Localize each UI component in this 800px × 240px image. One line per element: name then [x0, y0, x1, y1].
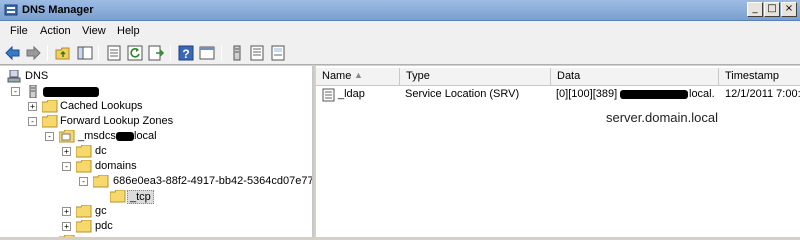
- tree-item-server[interactable]: -: [0, 84, 300, 100]
- cell-data-prefix: [0][100][389]: [556, 88, 618, 100]
- tree-item-msdcs-zone[interactable]: - _msdcs. local: [0, 129, 300, 145]
- column-header-type[interactable]: Type: [400, 68, 551, 86]
- redaction-mark: [116, 132, 134, 141]
- details-view-icon[interactable]: [198, 44, 216, 62]
- console-tree[interactable]: DNS - + Cached Lookups - Forward Lookup …: [0, 66, 314, 237]
- menu-help[interactable]: Help: [117, 25, 140, 37]
- toolbar: ?: [0, 41, 800, 65]
- toolbar-separator: [170, 45, 171, 61]
- record-list-icon[interactable]: [248, 44, 266, 62]
- title-bar: DNS Manager _ □ ×: [0, 0, 800, 21]
- column-header-label: Name: [322, 70, 352, 82]
- toolbar-separator: [47, 45, 48, 61]
- tree-item-forward-lookup-zones[interactable]: - Forward Lookup Zones: [0, 114, 300, 130]
- forward-arrow-icon[interactable]: [24, 44, 42, 62]
- collapse-icon[interactable]: -: [79, 177, 88, 186]
- collapse-icon[interactable]: -: [11, 87, 20, 96]
- menu-action[interactable]: Action: [40, 25, 71, 37]
- expand-icon[interactable]: +: [62, 222, 71, 231]
- toolbar-separator: [221, 45, 222, 61]
- tree-item-label: domains: [95, 160, 137, 172]
- record-detail-icon[interactable]: [269, 44, 287, 62]
- help-icon[interactable]: ?: [177, 44, 195, 62]
- collapse-icon[interactable]: -: [45, 132, 54, 141]
- tree-item-domains[interactable]: - domains: [0, 159, 300, 175]
- tree-item-dc[interactable]: + dc: [0, 144, 300, 160]
- folder-icon: [76, 160, 92, 173]
- dns-computer-icon: [7, 70, 21, 83]
- folder-icon: [110, 190, 126, 203]
- svg-text:?: ?: [182, 47, 189, 61]
- column-header-name[interactable]: Name ▲: [316, 68, 400, 86]
- server-icon: [29, 85, 37, 98]
- menu-bar: File Action View Help: [0, 21, 800, 41]
- folder-icon: [42, 100, 58, 113]
- column-header-data[interactable]: Data: [551, 68, 719, 86]
- folder-icon: [76, 220, 92, 233]
- tree-item-domain-guid[interactable]: - 686e0ea3-88f2-4917-bb42-5364cd07e775: [0, 174, 314, 190]
- tree-item-gc[interactable]: + gc: [0, 204, 300, 220]
- cell-name: _ldap: [338, 88, 365, 100]
- tree-item-label: _tcp: [127, 190, 154, 204]
- column-header-label: Type: [406, 70, 430, 82]
- server-icon[interactable]: [228, 44, 246, 62]
- export-list-icon[interactable]: [147, 44, 165, 62]
- toolbar-separator: [98, 45, 99, 61]
- tree-item-label: Forward Lookup Zones: [60, 115, 174, 127]
- column-header-timestamp[interactable]: Timestamp: [719, 68, 800, 86]
- column-header-label: Timestamp: [725, 70, 779, 82]
- collapse-icon[interactable]: -: [28, 117, 37, 126]
- column-header-label: Data: [557, 70, 581, 82]
- record-list[interactable]: Name ▲ Type Data Timestamp _ldap Service…: [316, 66, 800, 237]
- redaction-mark: [620, 90, 688, 99]
- expand-icon[interactable]: +: [62, 207, 71, 216]
- show-hide-console-tree-icon[interactable]: [76, 44, 94, 62]
- minimize-button[interactable]: _: [747, 2, 763, 17]
- expand-icon[interactable]: +: [28, 102, 37, 111]
- back-arrow-icon[interactable]: [4, 44, 22, 62]
- tree-item-tcp[interactable]: _tcp: [0, 189, 300, 205]
- cell-data-suffix: local.: [689, 88, 715, 100]
- tree-item-label: dc: [95, 145, 107, 157]
- tree-item-label: gc: [95, 205, 107, 217]
- dns-manager-icon: [4, 4, 18, 16]
- cell-type: Service Location (SRV): [405, 88, 520, 100]
- tree-item-label: _msdcs.: [78, 130, 119, 142]
- menu-file[interactable]: File: [10, 25, 28, 37]
- tree-item-label: Cached Lookups: [60, 100, 143, 112]
- folder-icon: [93, 175, 109, 188]
- tree-item-cached-lookups[interactable]: + Cached Lookups: [0, 99, 300, 115]
- tree-item-dns[interactable]: DNS: [0, 69, 300, 85]
- folder-icon: [76, 145, 92, 158]
- tree-item-label-suffix: local: [134, 130, 157, 142]
- tree-item-label: 686e0ea3-88f2-4917-bb42-5364cd07e775: [113, 175, 314, 187]
- menu-view[interactable]: View: [82, 25, 106, 37]
- tree-item-pdc[interactable]: + pdc: [0, 219, 300, 235]
- up-folder-icon[interactable]: [54, 44, 72, 62]
- maximize-button[interactable]: □: [764, 2, 780, 17]
- zone-icon: [59, 130, 75, 143]
- folder-icon: [42, 115, 58, 128]
- srv-record-icon: [322, 88, 335, 102]
- server-annotation: server.domain.local: [606, 110, 718, 125]
- tree-item-partial[interactable]: +: [0, 234, 300, 237]
- properties-icon[interactable]: [105, 44, 123, 62]
- close-button[interactable]: ×: [781, 2, 797, 17]
- refresh-icon[interactable]: [126, 44, 144, 62]
- tree-item-label: pdc: [95, 220, 113, 232]
- tree-item-label: DNS: [25, 70, 49, 82]
- sort-ascending-icon: ▲: [354, 70, 363, 80]
- window-title: DNS Manager: [22, 4, 94, 16]
- folder-icon: [59, 235, 75, 237]
- collapse-icon[interactable]: -: [62, 162, 71, 171]
- cell-timestamp: 12/1/2011 7:00:: [725, 88, 800, 100]
- expand-icon[interactable]: +: [62, 147, 71, 156]
- folder-icon: [76, 205, 92, 218]
- redaction-mark: [43, 87, 99, 97]
